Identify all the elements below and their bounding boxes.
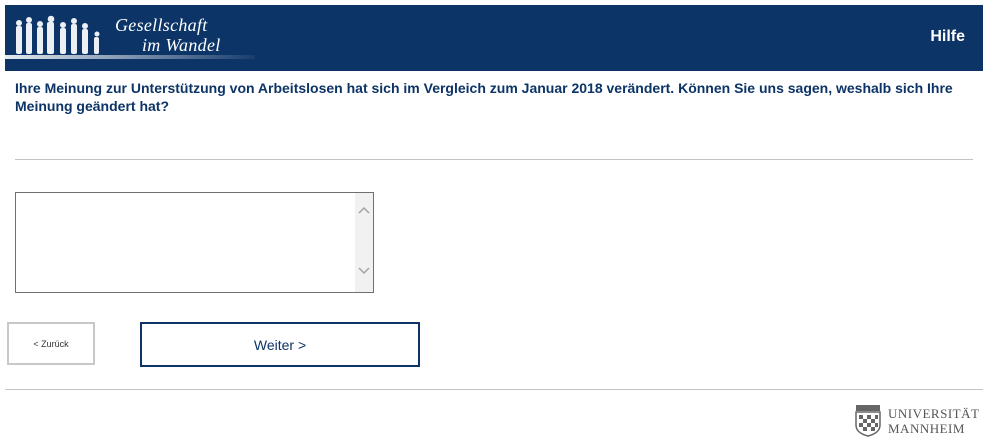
textarea-scrollbar[interactable]: [355, 193, 373, 292]
header-bar: Gesellschaft im Wandel Hilfe: [5, 5, 983, 71]
footer-divider: [5, 389, 983, 390]
answer-textarea-container: [15, 192, 374, 293]
next-button[interactable]: Weiter >: [140, 322, 420, 367]
back-button[interactable]: < Zurück: [7, 322, 95, 365]
divider: [15, 159, 973, 160]
gesellschaft-im-wandel-logo: Gesellschaft im Wandel: [5, 5, 255, 71]
logo-text-line2: im Wandel: [142, 35, 221, 55]
answer-textarea[interactable]: [16, 193, 354, 292]
logo-text-line1: Gesellschaft: [115, 15, 208, 35]
question-text: Ihre Meinung zur Unterstützung von Arbei…: [15, 80, 953, 114]
chevron-down-icon[interactable]: [355, 264, 373, 282]
help-link[interactable]: Hilfe: [930, 28, 965, 46]
universitaet-mannheim-logo: UNIVERSITÄT MANNHEIM: [852, 403, 984, 439]
university-name-line1: UNIVERSITÄT: [888, 406, 980, 421]
university-seal-icon: [855, 405, 881, 437]
university-name-line2: MANNHEIM: [888, 421, 965, 436]
chevron-up-icon[interactable]: [355, 203, 373, 221]
